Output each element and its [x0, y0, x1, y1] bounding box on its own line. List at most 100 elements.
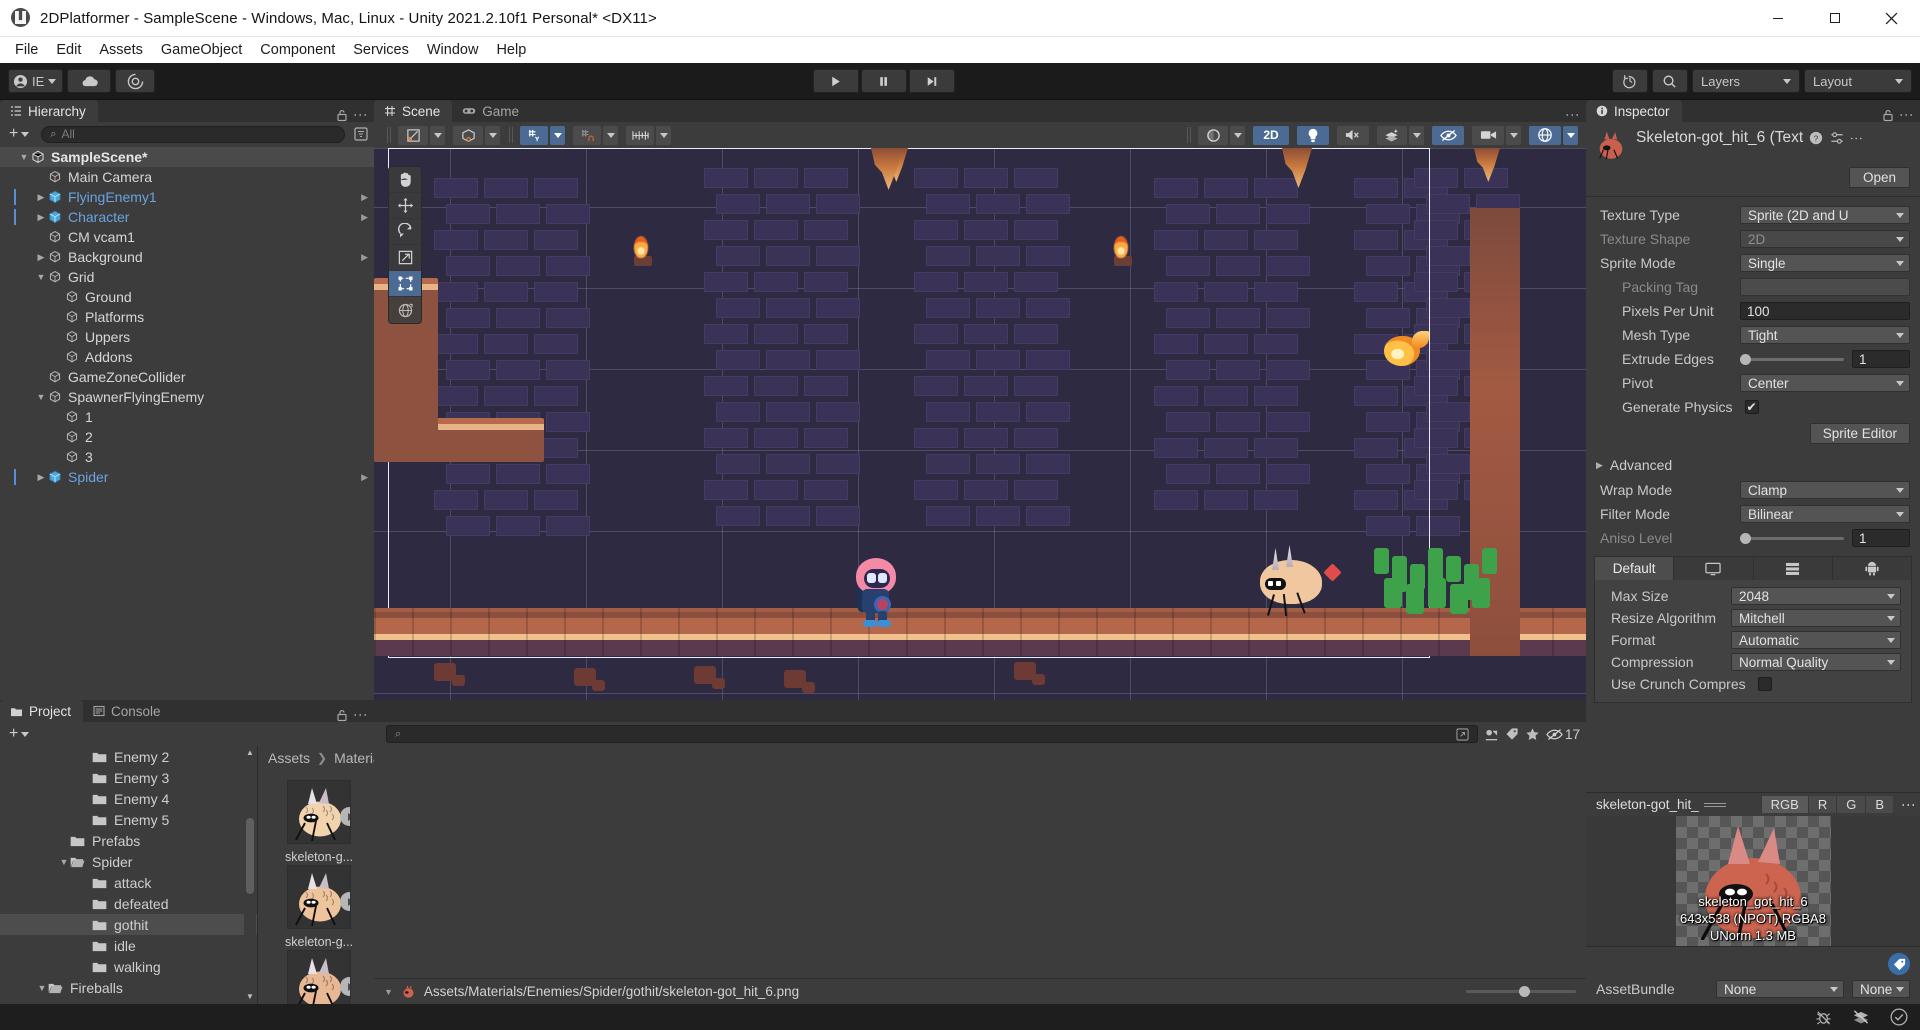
channel-r[interactable]: R [1807, 796, 1837, 813]
handle-space-button[interactable] [453, 125, 483, 145]
gizmos-toggle[interactable] [1529, 125, 1561, 145]
aniso-level-slider[interactable] [1740, 532, 1844, 544]
move-tool-button[interactable] [389, 193, 421, 219]
collab-button[interactable] [115, 69, 156, 93]
prefab-open-arrow-icon[interactable]: ▶ [361, 252, 368, 263]
pixels-per-unit-input[interactable]: 100 [1740, 302, 1910, 320]
project-folder-walking[interactable]: walking [0, 956, 257, 977]
chevron-right-icon[interactable]: ▶ [35, 212, 47, 223]
account-button[interactable]: IE [8, 69, 64, 93]
hierarchy-item-2[interactable]: 2 [0, 427, 374, 447]
asset-thumbnail[interactable] [287, 950, 351, 1004]
grid-size-dropdown[interactable] [656, 125, 671, 145]
preview-kebab-icon[interactable]: ⋮ [1901, 798, 1917, 812]
project-folder-tree[interactable]: Enemy 2 Enemy 3 Enemy 4 Enemy 5 Prefabs ▼ Spid… [0, 746, 258, 1004]
cloud-button[interactable] [67, 69, 112, 93]
hierarchy-item-1[interactable]: 1 [0, 407, 374, 427]
tab-scene[interactable]: Scene [374, 100, 453, 122]
chevron-right-icon[interactable]: ▶ [35, 192, 47, 203]
maximize-button[interactable] [1806, 0, 1863, 37]
hierarchy-item-platforms[interactable]: Platforms [0, 307, 374, 327]
mode-2d-toggle[interactable]: 2D [1253, 125, 1289, 145]
hierarchy-item-gamezonecollider[interactable]: GameZoneCollider [0, 367, 374, 387]
platform-tab-android[interactable] [1833, 557, 1911, 580]
project-folder-enemy-2[interactable]: Enemy 2 [0, 746, 257, 767]
scrollbar-thumb[interactable] [246, 818, 254, 894]
sprite-mode-dropdown[interactable]: Single [1740, 254, 1910, 272]
menu-window[interactable]: Window [418, 39, 488, 61]
asset-item[interactable]: skeleton-g... [280, 950, 358, 1004]
favorites-filter-icon[interactable] [1525, 727, 1540, 742]
scale-tool-button[interactable] [389, 245, 421, 271]
project-folder-spider[interactable]: ▼ Spider [0, 851, 257, 872]
format-dropdown[interactable]: Automatic [1731, 631, 1901, 649]
chevron-right-icon[interactable]: ▶ [35, 472, 47, 483]
mesh-type-dropdown[interactable]: Tight [1740, 326, 1910, 344]
prefab-open-arrow-icon[interactable]: ▶ [361, 192, 368, 203]
chevron-down-icon[interactable]: ▼ [36, 983, 48, 993]
assetbundle-dropdown[interactable]: None [1716, 980, 1844, 998]
channel-rgb[interactable]: RGB [1760, 796, 1808, 813]
texture-shape-dropdown[interactable]: 2D [1740, 230, 1910, 248]
hierarchy-item-flyingenemy1[interactable]: ▶ FlyingEnemy1 ▶ [0, 187, 374, 207]
rotate-tool-button[interactable] [389, 219, 421, 245]
check-circle-icon[interactable] [1890, 1008, 1908, 1026]
project-folder-gothit[interactable]: gothit [0, 914, 257, 935]
chevron-down-icon[interactable]: ▼ [58, 857, 70, 867]
undo-history-button[interactable] [1611, 69, 1648, 93]
hierarchy-search-input[interactable]: ⌕ All [41, 125, 345, 143]
tab-console[interactable]: Console [83, 700, 173, 722]
project-folder-enemy-4[interactable]: Enemy 4 [0, 788, 257, 809]
pivot-dropdown[interactable]: Center [1740, 374, 1910, 392]
scroll-up-icon[interactable]: ▲ [245, 748, 255, 757]
hierarchy-item-3[interactable]: 3 [0, 447, 374, 467]
asset-type-filter-icon[interactable] [1484, 727, 1499, 742]
project-add-button[interactable]: + [6, 725, 32, 743]
platform-tab-default[interactable]: Default [1595, 557, 1675, 580]
scene-viewport[interactable] [374, 148, 1586, 700]
breadcrumb[interactable]: Assets❯Materials❯Enemies❯Spider❯gothit [258, 746, 597, 770]
hand-tool-button[interactable] [389, 167, 421, 193]
menu-services[interactable]: Services [344, 39, 418, 61]
lighting-toggle[interactable] [1297, 125, 1329, 145]
assetbundle-variant-dropdown[interactable]: None [1852, 980, 1910, 998]
hierarchy-item-grid[interactable]: ▼ Grid [0, 267, 374, 287]
asset-zoom-slider[interactable] [1466, 986, 1576, 997]
packing-tag-input[interactable] [1740, 278, 1910, 296]
visibility-toggle[interactable] [1432, 125, 1464, 145]
hierarchy-item-cm-vcam1[interactable]: CM vcam1 [0, 227, 374, 247]
effects-dropdown[interactable] [1409, 125, 1424, 145]
sprite-editor-button[interactable]: Sprite Editor [1809, 423, 1910, 444]
shading-mode-dropdown[interactable] [1230, 125, 1245, 145]
asset-thumbnail[interactable] [287, 780, 351, 844]
channel-g[interactable]: G [1836, 796, 1866, 813]
hidden-count-indicator[interactable]: 17 [1546, 727, 1580, 742]
transform-tool-button[interactable] [389, 297, 421, 323]
use-crunch-compres-checkbox[interactable] [1757, 677, 1772, 691]
search-expand-icon[interactable] [1456, 727, 1469, 741]
menu-gameobject[interactable]: GameObject [152, 39, 251, 61]
project-folder-enemy-5[interactable]: Enemy 5 [0, 809, 257, 830]
play-button[interactable] [812, 69, 859, 93]
tab-inspector[interactable]: Inspector [1586, 100, 1682, 122]
filter-mode-dropdown[interactable]: Bilinear [1740, 505, 1910, 523]
menu-component[interactable]: Component [251, 39, 344, 61]
grid-snap-toggle[interactable] [520, 125, 548, 145]
layout-dropdown[interactable]: Layout [1803, 69, 1912, 93]
project-folder-enemy-3[interactable]: Enemy 3 [0, 767, 257, 788]
texture-type-dropdown[interactable]: Sprite (2D and U [1740, 206, 1910, 224]
prefab-open-arrow-icon[interactable]: ▶ [361, 472, 368, 483]
pivot-mode-dropdown[interactable] [430, 125, 445, 145]
hierarchy-item-background[interactable]: ▶ Background ▶ [0, 247, 374, 267]
magnet-snap-dropdown[interactable] [603, 125, 618, 145]
advanced-foldout[interactable]: ▶ Advanced [1586, 452, 1920, 478]
project-folder-animations[interactable]: Animations [0, 998, 257, 1005]
hierarchy-kebab-icon[interactable]: ⋮ [353, 108, 369, 122]
minimize-button[interactable] [1749, 0, 1806, 37]
platform-tab-server[interactable] [1754, 557, 1833, 580]
platform-tab-standalone[interactable] [1674, 557, 1754, 580]
project-tree-scrollbar[interactable]: ▲ ▼ [244, 746, 256, 1004]
tab-hierarchy[interactable]: Hierarchy [0, 100, 98, 122]
hierarchy-item-addons[interactable]: Addons [0, 347, 374, 367]
menu-assets[interactable]: Assets [90, 39, 152, 61]
